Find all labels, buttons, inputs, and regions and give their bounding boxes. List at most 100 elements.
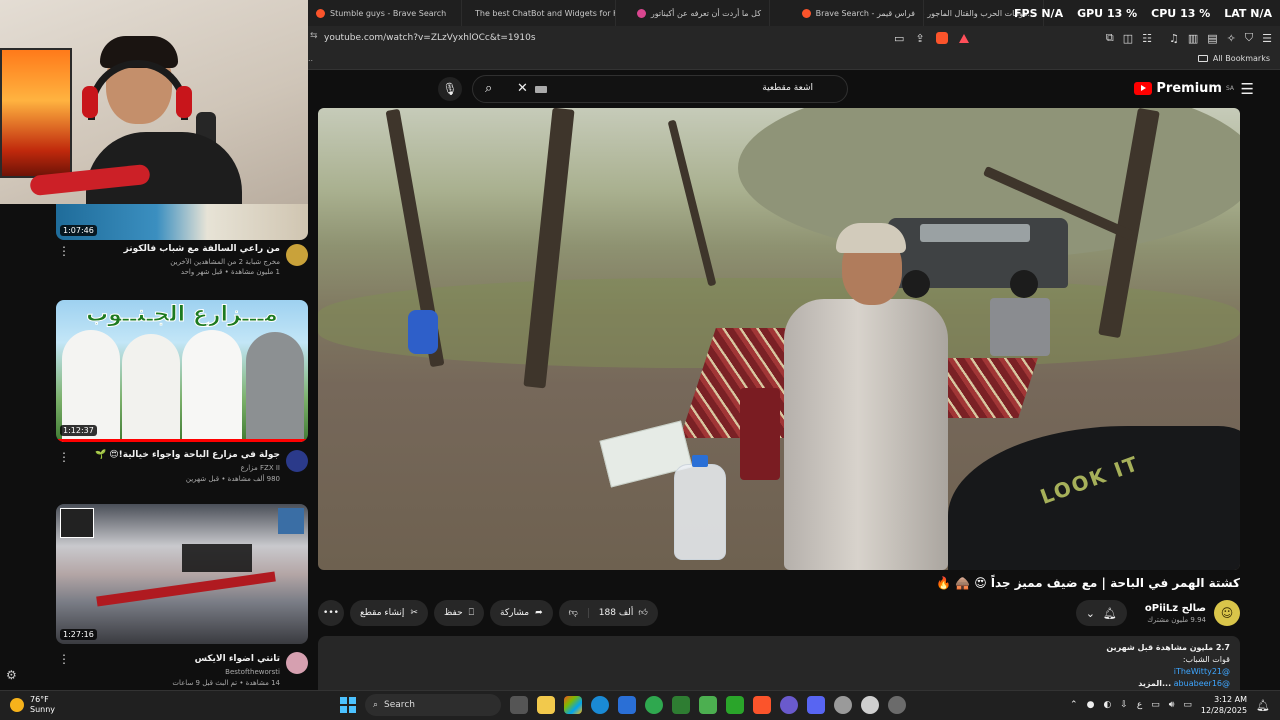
vpn-icon[interactable]: ⛉ <box>1245 31 1253 45</box>
task-view-icon[interactable] <box>510 696 528 714</box>
guide-menu-icon[interactable]: ☰ <box>1241 80 1254 98</box>
battery-icon[interactable]: ▭ <box>1183 700 1192 710</box>
edge-icon[interactable] <box>591 696 609 714</box>
clock[interactable]: 3:12 AM 12/28/2025 <box>1201 694 1247 716</box>
view-count: 1 مليون مشاهدة • قبل شهر واحد <box>180 268 280 276</box>
tab-manager-icon[interactable]: ☷ <box>1142 32 1152 45</box>
browser-tab[interactable]: فراس قيمر - Brave Search <box>770 0 924 26</box>
language-indicator[interactable]: ع <box>1137 700 1142 710</box>
brave-shields-icon[interactable] <box>935 32 948 44</box>
url-text[interactable]: youtube.com/watch?v=ZLzVyxhlOCc&t=1910s <box>324 33 536 43</box>
overflow-dots[interactable]: .. <box>308 54 313 63</box>
brave-icon[interactable] <box>753 696 771 714</box>
channel-avatar[interactable] <box>286 652 308 674</box>
obs-icon[interactable] <box>834 696 852 714</box>
app-icon[interactable] <box>699 696 717 714</box>
settings-icon[interactable] <box>861 696 879 714</box>
notification-bell-icon[interactable]: 🔔︎ <box>1256 699 1270 712</box>
browser-tab-strip: Stumble guys - Brave Search The best Cha… <box>308 0 1280 26</box>
subscribed-button[interactable]: 🔔︎ ⌄ <box>1075 600 1127 626</box>
mention-link[interactable]: @iTheWitty21 <box>328 666 1230 678</box>
video-player[interactable]: LOOK IT <box>318 108 1240 570</box>
tray-app-icon[interactable]: ◐ <box>1103 700 1111 710</box>
share-button[interactable]: مشاركة ➦ <box>490 600 553 626</box>
show-more[interactable]: ...المزيد <box>1138 679 1171 688</box>
site-info-icon[interactable]: ⇆ <box>310 31 318 41</box>
windows-start-icon[interactable] <box>340 697 356 713</box>
usb-icon[interactable]: ⇩ <box>1120 700 1128 710</box>
weather-widget[interactable]: 76°F Sunny <box>10 695 55 715</box>
mention-link[interactable]: @abuabeer16 <box>1174 679 1230 688</box>
play-icon[interactable] <box>726 696 744 714</box>
cast-icon[interactable]: ▭ <box>894 32 904 45</box>
channel-name[interactable]: FZX II مزارع <box>241 464 280 472</box>
video-thumbnail[interactable]: 1:27:16 <box>56 504 308 644</box>
video-meta: ⋮ من راعي السالفة مع شباب فالكونز مخرج ش… <box>56 240 308 284</box>
terminal-icon[interactable] <box>672 696 690 714</box>
video-title[interactable]: من راعي السالفة مع شباب فالكونز <box>124 244 280 254</box>
search-query[interactable]: اشعة مقطعية <box>762 83 813 93</box>
headset <box>88 60 188 120</box>
discord-icon[interactable] <box>807 696 825 714</box>
video-thumbnail[interactable]: 1:07:46 <box>56 204 308 240</box>
more-actions-button[interactable]: ••• <box>318 600 344 626</box>
brave-rewards-icon[interactable] <box>958 33 969 43</box>
channel-name[interactable]: Bestoftheworsti <box>225 668 280 676</box>
network-icon[interactable]: ▭ <box>1151 700 1160 710</box>
headset-ear-right <box>176 86 192 118</box>
media-icon[interactable]: ♫ <box>1169 32 1179 45</box>
volume-icon[interactable]: 🔊︎ <box>1169 700 1175 710</box>
wallet-icon[interactable]: ▤ <box>1207 32 1217 45</box>
related-video-3[interactable]: 1:27:16 ⋮ تانتي اضواء الايكس Bestofthewo… <box>56 504 308 688</box>
channel-avatar[interactable] <box>286 244 308 266</box>
related-video-1[interactable]: 1:07:46 ⋮ من راعي السالفة مع شباب فالكون… <box>56 204 308 284</box>
more-options-icon[interactable]: ⋮ <box>58 652 70 666</box>
thumbnail-banner-text: مـــزارع الجـنــوب <box>86 302 279 328</box>
taskbar-search[interactable]: ⌕ Search <box>365 694 501 716</box>
more-options-icon[interactable]: ⋮ <box>58 244 70 258</box>
keyboard-icon[interactable] <box>535 86 547 93</box>
store-icon[interactable] <box>564 696 582 714</box>
screenshot-icon[interactable]: ◫ <box>1123 32 1133 45</box>
video-thumbnail[interactable]: مـــزارع الجـنــوب 1:12:37 <box>56 300 308 442</box>
sidebar-icon[interactable]: ▥ <box>1188 32 1198 45</box>
dislike-icon[interactable]: 👎︎ <box>559 608 589 618</box>
channel-avatar[interactable]: ☺ <box>1214 600 1240 626</box>
address-actions: ▭ ⇪ <box>894 26 969 50</box>
extensions-icon[interactable]: ⧉ <box>1106 31 1114 45</box>
save-button[interactable]: حفظ ⎕ <box>433 600 485 626</box>
description-box[interactable]: 2.7 مليون مشاهدة قبل شهرين قوات الشباب: … <box>318 636 1240 690</box>
share-icon[interactable]: ⇪ <box>915 32 924 45</box>
app-icon[interactable] <box>780 696 798 714</box>
app-icon[interactable] <box>645 696 663 714</box>
like-button[interactable]: 188 ألف 👍︎ <box>589 608 658 618</box>
mail-icon[interactable] <box>618 696 636 714</box>
leo-ai-icon[interactable]: ✧ <box>1227 32 1236 45</box>
menu-icon[interactable]: ☰ <box>1262 32 1272 45</box>
browser-tab[interactable]: كل ما أردت أن تعرفه عن أكيناتور <box>616 0 770 26</box>
microphone-icon[interactable]: 🎙 <box>438 77 462 101</box>
chevron-up-icon[interactable]: ⌃ <box>1070 700 1078 710</box>
gear-icon[interactable] <box>888 696 906 714</box>
related-video-2[interactable]: مـــزارع الجـنــوب 1:12:37 ⋮ جولة في مزا… <box>56 300 308 486</box>
clear-search-icon[interactable]: ✕ <box>517 81 528 96</box>
browser-tab[interactable]: Stumble guys - Brave Search <box>308 0 462 26</box>
search-input[interactable]: ⌕ ✕ اشعة مقطعية <box>472 75 848 103</box>
gear-icon[interactable]: ⚙ <box>6 668 17 682</box>
more-options-icon[interactable]: ⋮ <box>58 450 70 464</box>
video-title[interactable]: جولة في مزارع الباحة واجواء خيالية!😍 🌱 <box>95 450 280 460</box>
channel-name[interactable]: مخرج شبابة 2 من المشاهدين الآخرين <box>170 258 280 266</box>
tray-app-icon[interactable]: ● <box>1087 700 1095 710</box>
scene-jacket <box>948 426 1240 570</box>
file-explorer-icon[interactable] <box>537 696 555 714</box>
clip-button[interactable]: إنشاء مقطع ✂ <box>350 600 428 626</box>
scene-stove <box>990 298 1050 356</box>
channel-avatar[interactable] <box>286 450 308 472</box>
all-bookmarks[interactable]: All Bookmarks <box>1197 54 1270 63</box>
channel-name[interactable]: صالح oPiiLz <box>1145 603 1206 614</box>
search-icon[interactable]: ⌕ <box>485 81 492 96</box>
address-bar[interactable]: ⇆ youtube.com/watch?v=ZLzVyxhlOCc&t=1910… <box>308 26 1280 50</box>
browser-tab[interactable]: The best ChatBot and Widgets for Ki <box>462 0 616 26</box>
youtube-logo[interactable]: Premium SA <box>1134 81 1234 96</box>
video-title[interactable]: تانتي اضواء الايكس <box>195 654 280 664</box>
